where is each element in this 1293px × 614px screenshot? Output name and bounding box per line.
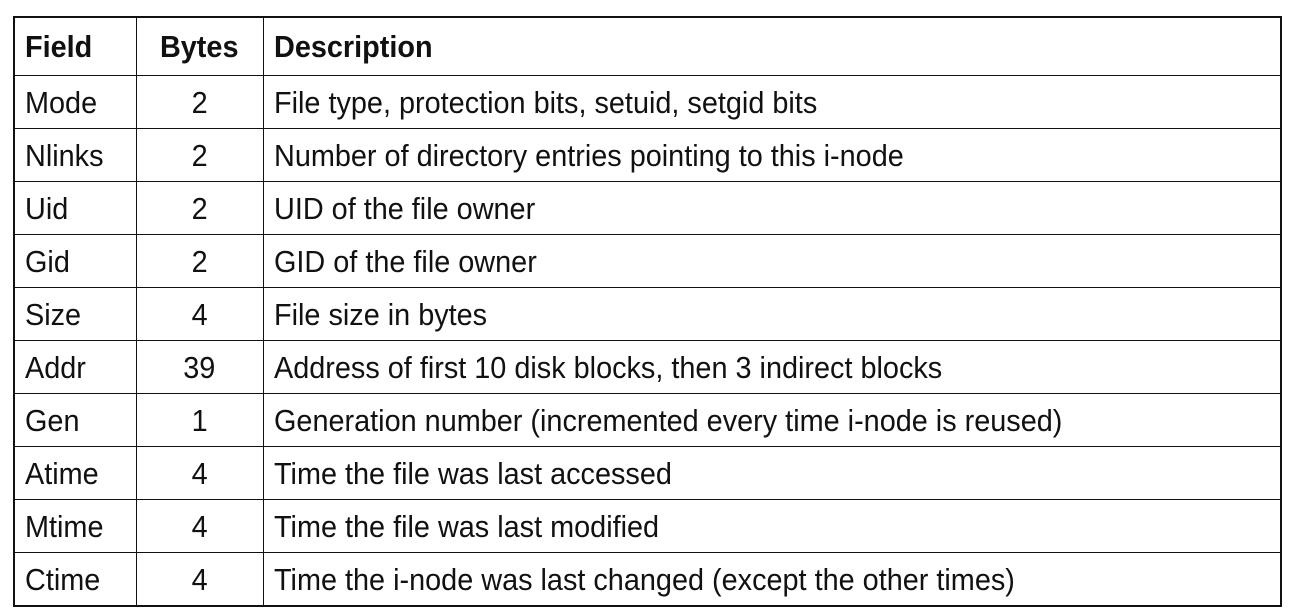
- bytes-value: 2: [191, 84, 208, 120]
- bytes-value: 4: [191, 455, 208, 491]
- cell-bytes: 4: [135, 499, 264, 553]
- table-row: Gid 2 GID of the file owner: [13, 234, 1282, 288]
- cell-description: Generation number (incremented every tim…: [262, 393, 1282, 447]
- cell-description: Time the i-node was last changed (except…: [262, 552, 1282, 607]
- cell-bytes: 4: [135, 446, 264, 500]
- cell-field: Mode: [13, 75, 137, 129]
- header-bytes: Bytes: [135, 16, 264, 76]
- header-description: Description: [262, 16, 1282, 76]
- field-name: Mtime: [25, 508, 104, 544]
- field-name: Addr: [25, 349, 86, 385]
- cell-description: Number of directory entries pointing to …: [262, 128, 1282, 182]
- bytes-value: 2: [191, 243, 208, 279]
- cell-bytes: 2: [135, 75, 264, 129]
- field-name: Mode: [25, 84, 98, 120]
- field-name: Uid: [25, 190, 69, 226]
- description-text: UID of the file owner: [273, 190, 535, 226]
- cell-description: Time the file was last modified: [262, 499, 1282, 553]
- description-text: File type, protection bits, setuid, setg…: [273, 84, 817, 120]
- cell-field: Atime: [13, 446, 137, 500]
- field-name: Atime: [25, 455, 99, 491]
- cell-description: Address of first 10 disk blocks, then 3 …: [262, 340, 1282, 394]
- description-text: Generation number (incremented every tim…: [273, 402, 1062, 438]
- field-name: Size: [25, 296, 82, 332]
- cell-bytes: 2: [135, 181, 264, 235]
- table-row: Mtime 4 Time the file was last modified: [13, 499, 1282, 553]
- cell-bytes: 4: [135, 552, 264, 607]
- cell-description: UID of the file owner: [262, 181, 1282, 235]
- cell-field: Gid: [13, 234, 137, 288]
- description-text: Number of directory entries pointing to …: [273, 137, 904, 173]
- cell-field: Size: [13, 287, 137, 341]
- cell-field: Mtime: [13, 499, 137, 553]
- bytes-value: 4: [191, 296, 208, 332]
- cell-description: File type, protection bits, setuid, setg…: [262, 75, 1282, 129]
- description-text: Time the i-node was last changed (except…: [273, 561, 1015, 597]
- field-name: Ctime: [25, 561, 101, 597]
- cell-field: Ctime: [13, 552, 137, 607]
- table-row: Mode 2 File type, protection bits, setui…: [13, 75, 1282, 129]
- cell-bytes: 1: [135, 393, 264, 447]
- bytes-value: 2: [191, 190, 208, 226]
- cell-field: Uid: [13, 181, 137, 235]
- description-text: Time the file was last modified: [273, 508, 659, 544]
- cell-bytes: 4: [135, 287, 264, 341]
- description-text: Address of first 10 disk blocks, then 3 …: [273, 349, 942, 385]
- table-row: Gen 1 Generation number (incremented eve…: [13, 393, 1282, 447]
- table-row: Size 4 File size in bytes: [13, 287, 1282, 341]
- header-description-label: Description: [273, 29, 433, 64]
- bytes-value: 4: [191, 561, 208, 597]
- header-field-label: Field: [25, 29, 93, 64]
- description-text: GID of the file owner: [273, 243, 537, 279]
- cell-description: Time the file was last accessed: [262, 446, 1282, 500]
- cell-field: Gen: [13, 393, 137, 447]
- cell-description: GID of the file owner: [262, 234, 1282, 288]
- cell-field: Nlinks: [13, 128, 137, 182]
- header-bytes-label: Bytes: [160, 29, 239, 64]
- cell-bytes: 39: [135, 340, 264, 394]
- bytes-value: 39: [183, 349, 216, 385]
- bytes-value: 2: [191, 137, 208, 173]
- table-row: Addr 39 Address of first 10 disk blocks,…: [13, 340, 1282, 394]
- description-text: File size in bytes: [273, 296, 487, 332]
- field-name: Gid: [25, 243, 70, 279]
- table-row: Uid 2 UID of the file owner: [13, 181, 1282, 235]
- bytes-value: 4: [191, 508, 208, 544]
- description-text: Time the file was last accessed: [273, 455, 672, 491]
- table-row: Ctime 4 Time the i-node was last changed…: [13, 552, 1282, 607]
- field-name: Nlinks: [25, 137, 104, 173]
- cell-bytes: 2: [135, 128, 264, 182]
- cell-description: File size in bytes: [262, 287, 1282, 341]
- table-header-row: Field Bytes Description: [13, 16, 1282, 76]
- field-name: Gen: [25, 402, 80, 438]
- table-row: Atime 4 Time the file was last accessed: [13, 446, 1282, 500]
- header-field: Field: [13, 16, 137, 76]
- cell-bytes: 2: [135, 234, 264, 288]
- inode-fields-table: Field Bytes Description Mode 2 File type…: [13, 16, 1282, 607]
- cell-field: Addr: [13, 340, 137, 394]
- table-row: Nlinks 2 Number of directory entries poi…: [13, 128, 1282, 182]
- bytes-value: 1: [191, 402, 208, 438]
